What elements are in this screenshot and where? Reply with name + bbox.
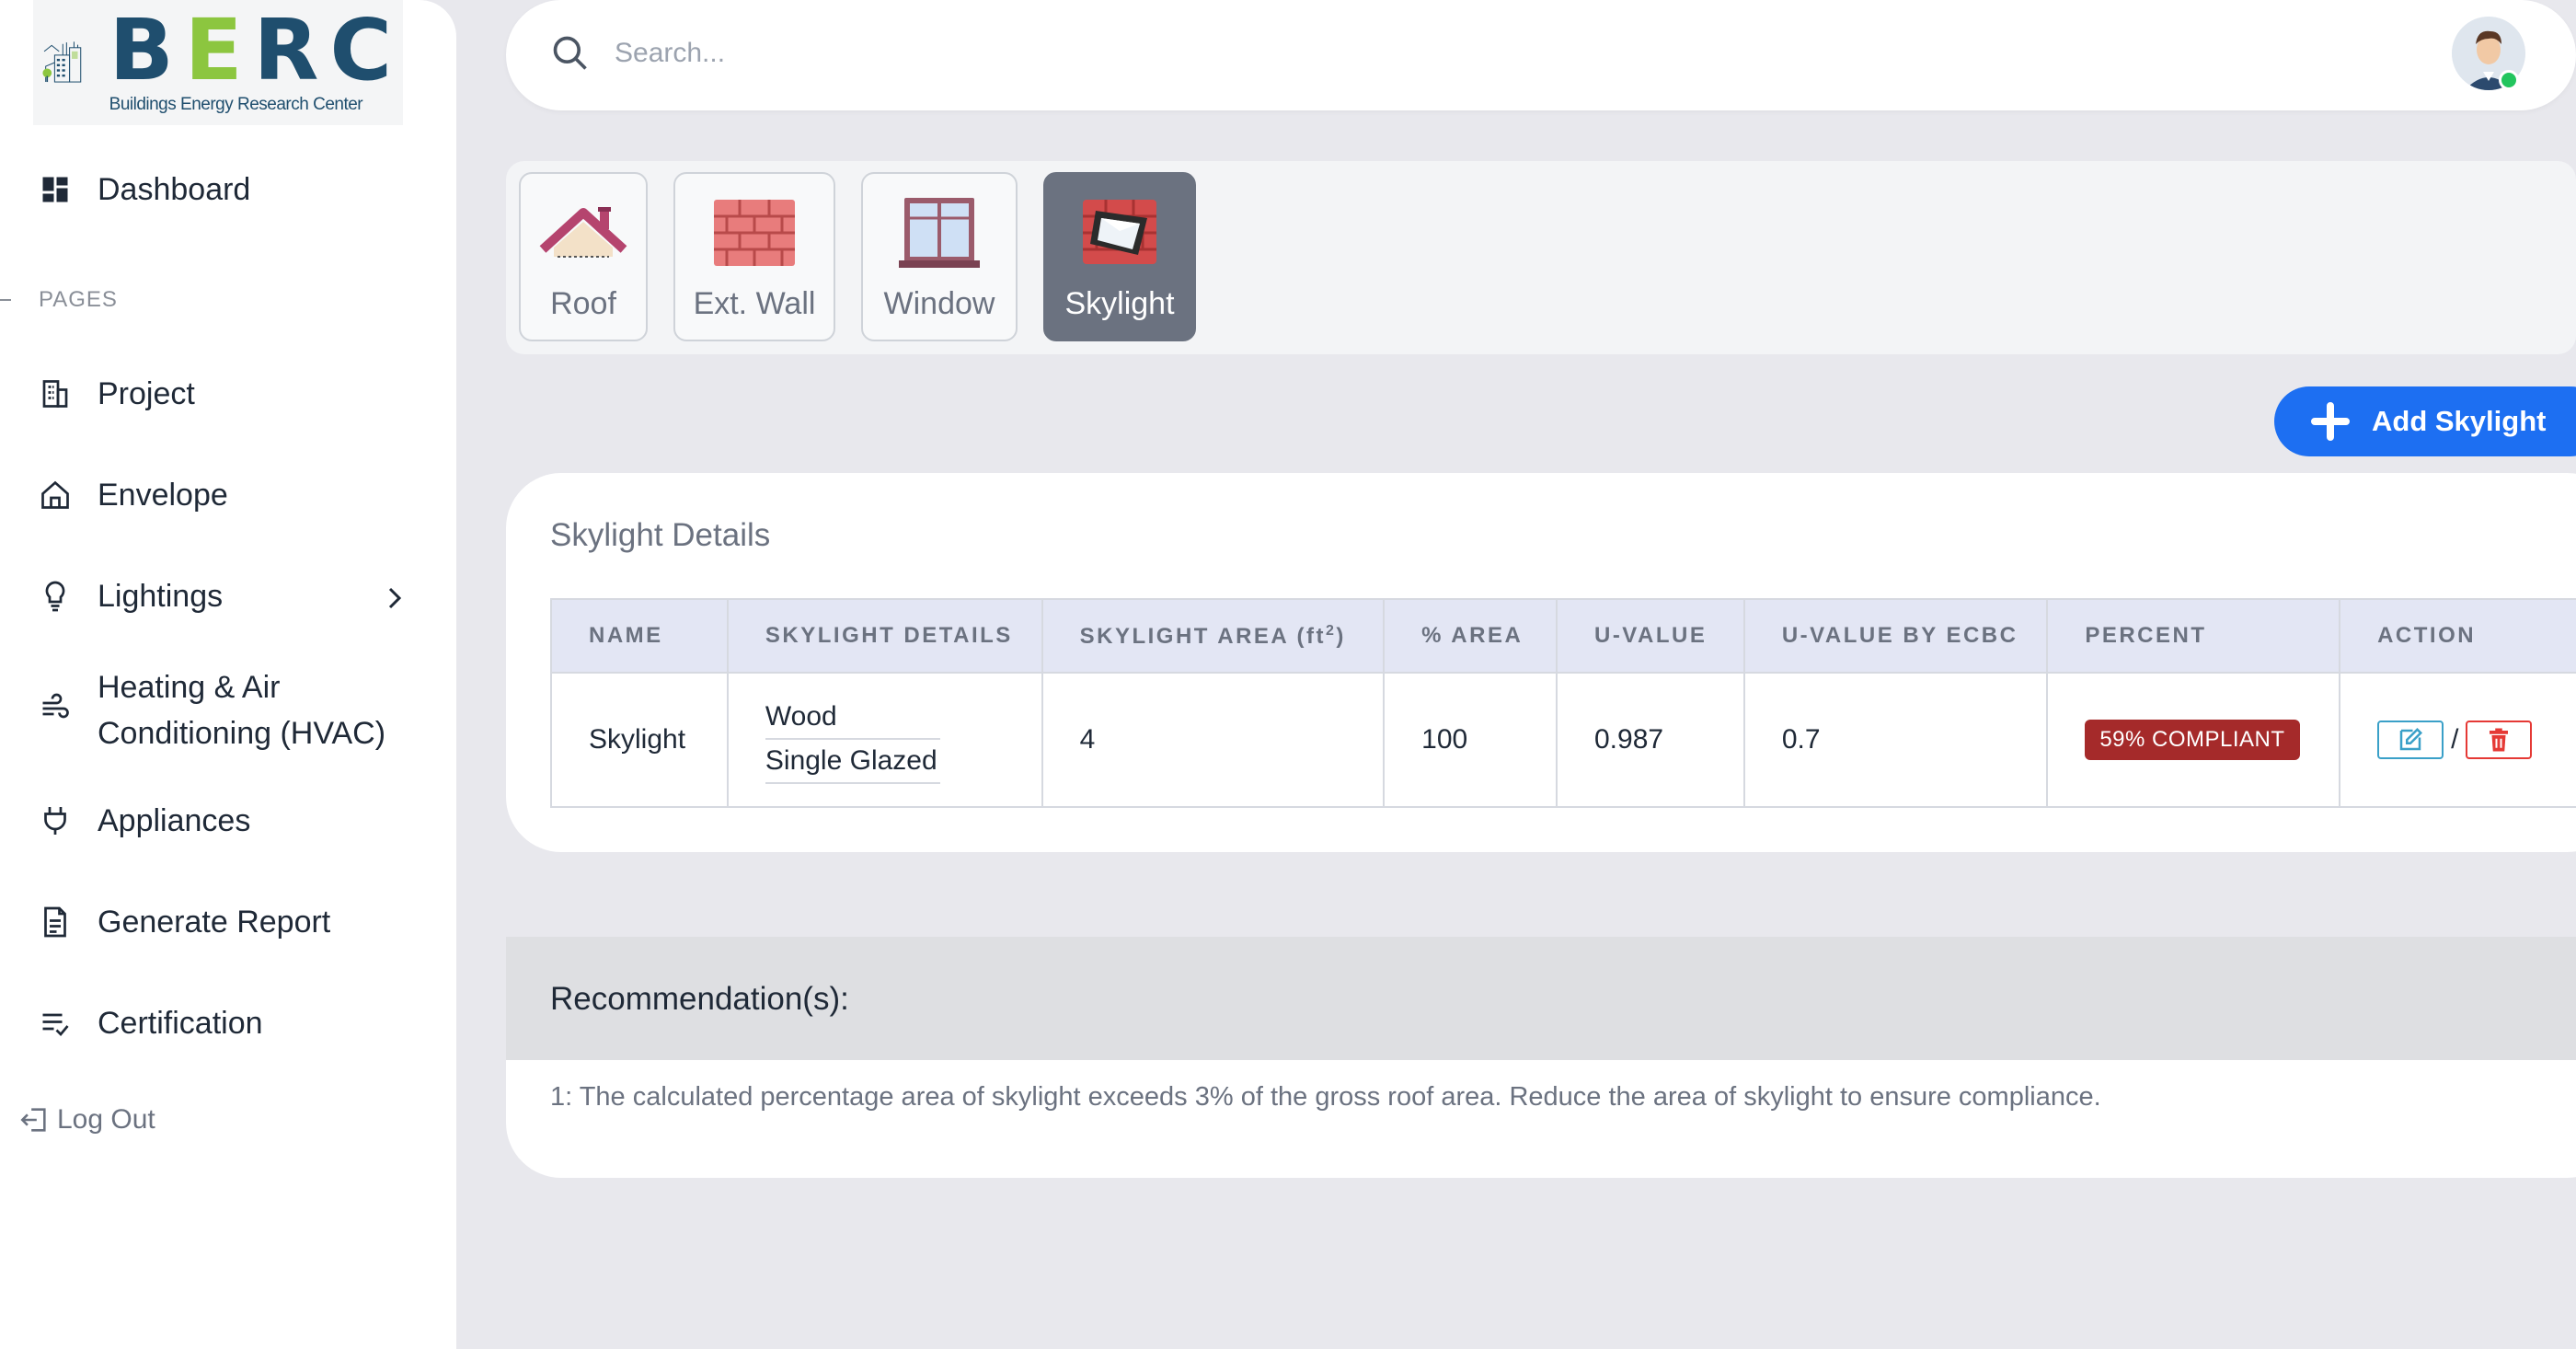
tab-skylight[interactable]: Skylight bbox=[1043, 172, 1196, 341]
plug-icon bbox=[37, 802, 74, 839]
sidebar-item-label: Envelope bbox=[98, 477, 228, 513]
cell-u-value-ecbc: 0.7 bbox=[1742, 672, 2049, 808]
sidebar-item-lightings[interactable]: Lightings bbox=[37, 578, 223, 615]
add-skylight-button[interactable]: Add Skylight bbox=[2274, 386, 2576, 456]
skylight-details-card: Skylight Details NAME SKYLIGHT DETAILS S… bbox=[506, 473, 2576, 852]
tab-label: Ext. Wall bbox=[693, 286, 816, 321]
section-label: PAGES bbox=[39, 287, 118, 312]
table-header-row: NAME SKYLIGHT DETAILS SKYLIGHT AREA (ft2… bbox=[550, 598, 2576, 674]
action-separator: / bbox=[2451, 724, 2459, 755]
skylight-icon bbox=[1083, 200, 1156, 264]
logout-icon bbox=[20, 1108, 46, 1132]
edit-icon bbox=[2399, 727, 2423, 751]
column-header: U-VALUE BY ECBC bbox=[1742, 598, 2049, 674]
online-status-indicator bbox=[2499, 70, 2519, 90]
sidebar-item-label: Generate Report bbox=[98, 904, 331, 940]
edit-button[interactable] bbox=[2377, 721, 2444, 759]
sidebar-item-project[interactable]: Project bbox=[37, 375, 195, 412]
tab-label: Roof bbox=[550, 286, 616, 321]
cell-details: Wood Single Glazed bbox=[726, 672, 1043, 808]
bulb-icon bbox=[37, 578, 74, 615]
search-input[interactable] bbox=[615, 26, 1995, 81]
sidebar-item-label: Appliances bbox=[98, 802, 251, 838]
logout-label: Log Out bbox=[57, 1104, 155, 1135]
cell-percent: 59% COMPLIANT bbox=[2046, 672, 2341, 808]
detail-frame: Wood bbox=[765, 696, 940, 740]
search-icon[interactable] bbox=[550, 33, 591, 74]
recommendation-header: Recommendation(s): bbox=[506, 937, 2576, 1060]
brand-logo[interactable]: BERC Buildings Energy Research Center bbox=[33, 0, 403, 125]
home-icon bbox=[37, 477, 74, 513]
dashboard-icon bbox=[37, 171, 74, 208]
sidebar-item-label: Dashboard bbox=[98, 171, 251, 207]
column-header: SKYLIGHT DETAILS bbox=[726, 598, 1043, 674]
sidebar-item-hvac[interactable]: Heating & Air Conditioning (HVAC) bbox=[37, 664, 385, 756]
column-header: ACTION bbox=[2339, 598, 2576, 674]
plus-icon bbox=[2311, 402, 2350, 441]
tab-window[interactable]: Window bbox=[861, 172, 1018, 341]
column-header: SKYLIGHT AREA (ft2) bbox=[1041, 598, 1386, 674]
status-badge: 59% COMPLIANT bbox=[2085, 720, 2300, 760]
sidebar-item-appliances[interactable]: Appliances bbox=[37, 802, 250, 839]
card-title: Skylight Details bbox=[550, 517, 771, 553]
delete-button[interactable] bbox=[2466, 721, 2533, 759]
sidebar-item-label-group: Heating & Air Conditioning (HVAC) bbox=[98, 664, 385, 756]
sidebar-item-label: Certification bbox=[98, 1005, 263, 1041]
recommendation-title: Recommendation(s): bbox=[550, 981, 849, 1017]
skylight-table: NAME SKYLIGHT DETAILS SKYLIGHT AREA (ft2… bbox=[550, 598, 2576, 808]
tab-ext-wall[interactable]: Ext. Wall bbox=[673, 172, 835, 341]
chevron-right-icon[interactable] bbox=[385, 582, 407, 615]
sidebar-item-envelope[interactable]: Envelope bbox=[37, 477, 228, 513]
recommendation-text: 1: The calculated percentage area of sky… bbox=[550, 1082, 2101, 1112]
sidebar: BERC Buildings Energy Research Center Da… bbox=[0, 0, 456, 1349]
column-header: U-VALUE bbox=[1555, 598, 1745, 674]
logout-button[interactable]: Log Out bbox=[18, 1104, 155, 1136]
cell-area: 4 bbox=[1041, 672, 1386, 808]
checklist-icon bbox=[37, 1005, 74, 1042]
building-icon bbox=[37, 375, 74, 412]
cell-name: Skylight bbox=[550, 672, 729, 808]
roof-icon bbox=[539, 207, 627, 258]
top-search-bar bbox=[506, 0, 2576, 110]
sidebar-item-label: Project bbox=[98, 375, 195, 411]
document-icon bbox=[37, 904, 74, 940]
wind-icon bbox=[37, 690, 74, 727]
trash-icon bbox=[2490, 728, 2509, 752]
tab-roof[interactable]: Roof bbox=[519, 172, 648, 341]
sidebar-item-dashboard[interactable]: Dashboard bbox=[37, 171, 250, 208]
table-row: Skylight Wood Single Glazed 4 100 0.987 … bbox=[550, 672, 2576, 808]
column-header: % AREA bbox=[1383, 598, 1558, 674]
section-divider bbox=[0, 299, 11, 301]
column-header: NAME bbox=[550, 598, 729, 674]
building-icon bbox=[42, 41, 82, 83]
detail-glazing: Single Glazed bbox=[765, 740, 940, 784]
window-icon bbox=[899, 198, 980, 268]
envelope-tabs: Roof Ext. Wall Window Skylight bbox=[506, 161, 2576, 354]
add-skylight-label: Add Skylight bbox=[2372, 405, 2547, 437]
cell-action: / bbox=[2339, 672, 2576, 808]
sidebar-item-label: Conditioning (HVAC) bbox=[98, 716, 386, 751]
sidebar-item-label: Heating & Air bbox=[98, 670, 281, 705]
tab-label: Window bbox=[883, 286, 995, 321]
tab-label: Skylight bbox=[1064, 286, 1175, 321]
sidebar-item-generate-report[interactable]: Generate Report bbox=[37, 904, 330, 940]
cell-u-value: 0.987 bbox=[1555, 672, 1745, 808]
sidebar-item-label: Lightings bbox=[98, 578, 224, 614]
cell-pct-area: 100 bbox=[1383, 672, 1558, 808]
brand-wordmark: BERC bbox=[109, 1, 403, 99]
column-header: PERCENT bbox=[2046, 598, 2341, 674]
brand-subtitle: Buildings Energy Research Center bbox=[109, 95, 363, 114]
sidebar-item-certification[interactable]: Certification bbox=[37, 1005, 263, 1042]
recommendation-panel: Recommendation(s): 1: The calculated per… bbox=[506, 937, 2576, 1178]
brick-wall-icon bbox=[714, 200, 795, 266]
